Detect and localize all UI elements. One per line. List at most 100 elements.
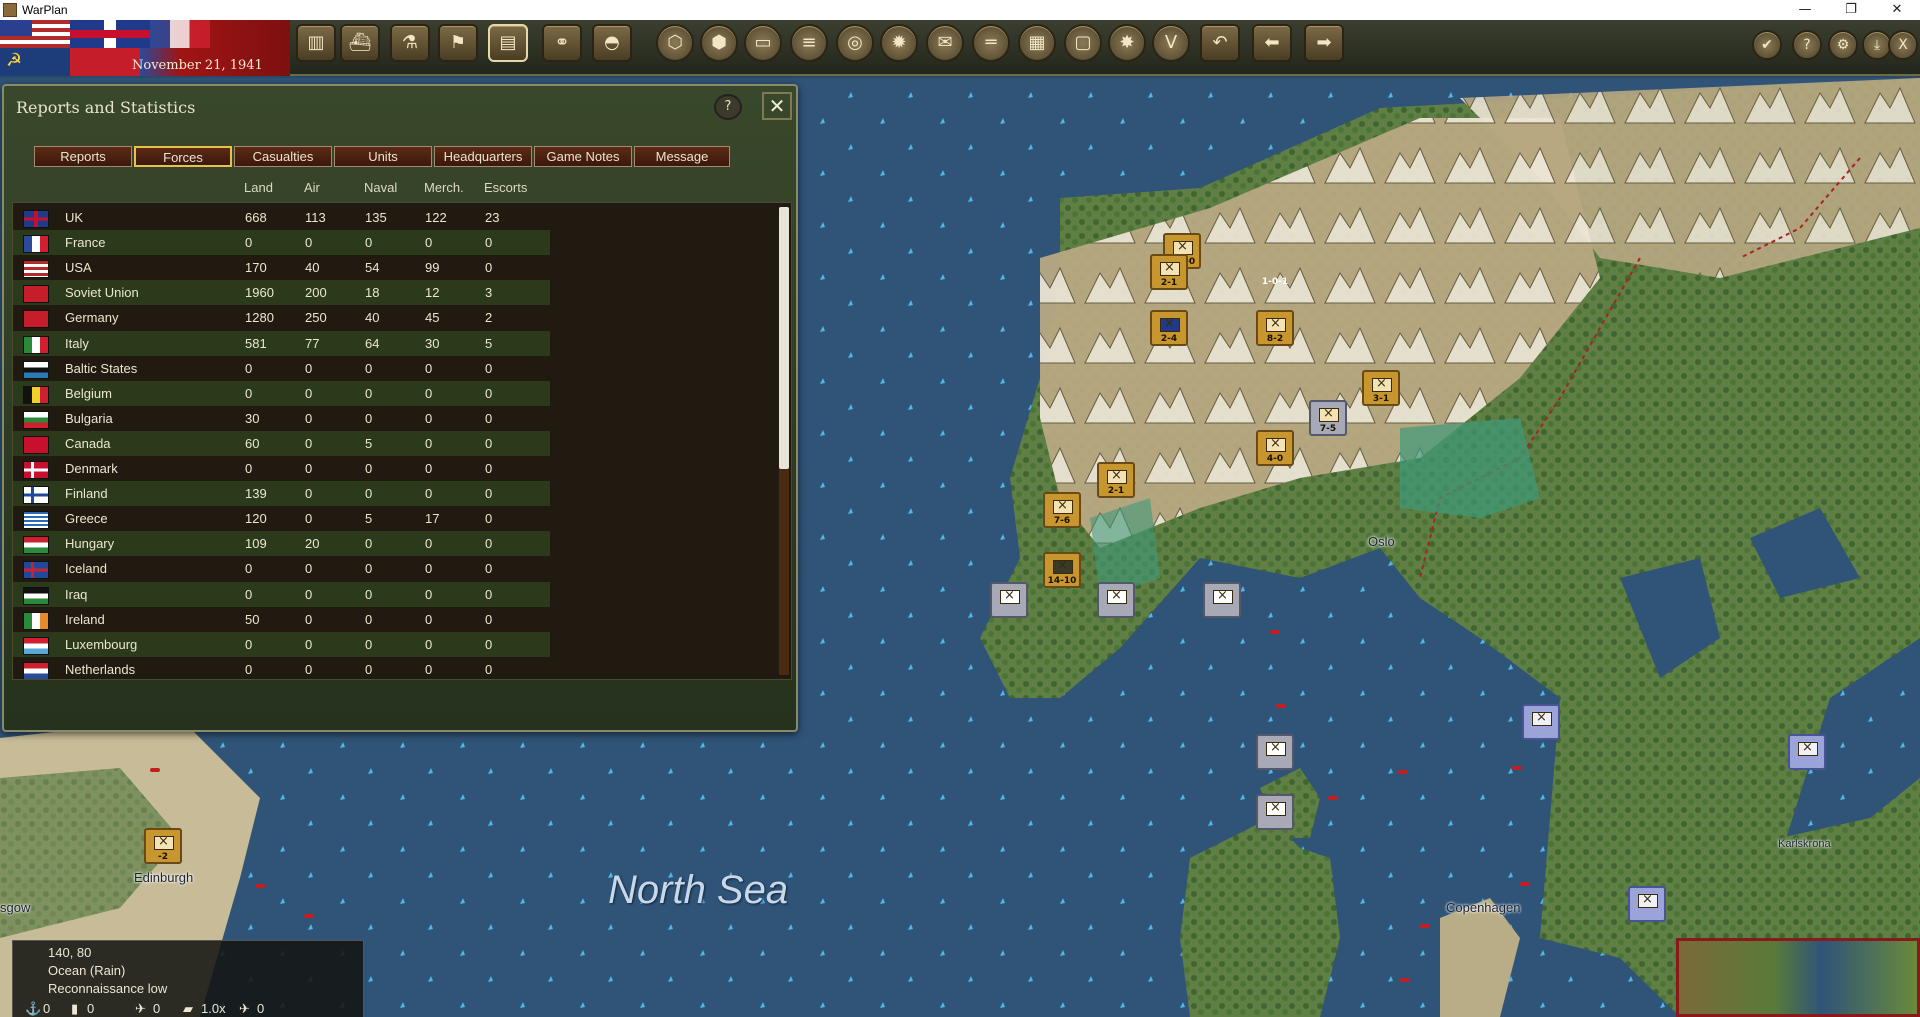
recon-button[interactable]: ⚭ (542, 24, 582, 62)
naval-unit-counter[interactable] (990, 582, 1028, 618)
unit-counter[interactable]: -2 (144, 828, 182, 864)
naval-unit-counter[interactable] (1522, 704, 1560, 740)
grid-button[interactable]: ▦ (1018, 24, 1056, 62)
explosion-button[interactable]: ✸ (1108, 24, 1146, 62)
cell-merch: 0 (425, 235, 433, 251)
shipyard-button[interactable]: ⛴ (340, 24, 380, 62)
frame-button[interactable]: ▢ (1064, 24, 1102, 62)
ship-marker[interactable] (304, 914, 314, 918)
close-window-button[interactable]: ✕ (1874, 0, 1920, 20)
tab-forces[interactable]: Forces (134, 146, 232, 167)
resource-button[interactable]: ✹ (880, 24, 918, 62)
naval-unit-counter[interactable] (1628, 886, 1666, 922)
help-button[interactable]: ? (1792, 30, 1822, 60)
table-row[interactable]: Bulgaria 30 0 0 0 0 (13, 406, 550, 431)
forward-button[interactable]: ➡ (1304, 24, 1344, 62)
exit-button[interactable]: X (1888, 30, 1918, 60)
table-row[interactable]: France 0 0 0 0 0 (13, 230, 550, 256)
scrollbar-thumb[interactable] (779, 207, 789, 469)
unit-counter[interactable]: 3-1 (1362, 370, 1400, 406)
research-button[interactable]: ⚗ (390, 24, 430, 62)
table-row[interactable]: Iraq 0 0 0 0 0 (13, 581, 550, 607)
ship-marker[interactable] (1400, 978, 1410, 982)
ship-marker[interactable] (1512, 766, 1522, 770)
rail-button[interactable]: ═ (972, 24, 1010, 62)
naval-unit-counter[interactable] (1203, 582, 1241, 618)
tab-headquarters[interactable]: Headquarters (434, 146, 532, 167)
table-row[interactable]: Soviet Union 1960 200 18 12 3 (13, 280, 550, 306)
table-row[interactable]: Belgium 0 0 0 0 0 (13, 380, 550, 406)
unit-counter[interactable]: 2-4 (1150, 310, 1188, 346)
ship-marker[interactable] (150, 768, 160, 772)
table-row[interactable]: USA 170 40 54 99 0 (13, 255, 550, 280)
unit-counter[interactable]: 2-1 (1150, 254, 1188, 290)
unit-counter[interactable]: 2-1 (1097, 462, 1135, 498)
table-row[interactable]: Finland 139 0 0 0 0 (13, 481, 550, 507)
column-header[interactable]: Escorts (484, 180, 527, 195)
restore-button[interactable]: ❐ (1828, 0, 1874, 20)
column-header[interactable]: Land (244, 180, 273, 195)
table-row[interactable]: Netherlands 0 0 0 0 0 (13, 657, 550, 679)
table-row[interactable]: Ireland 50 0 0 0 0 (13, 607, 550, 632)
unit-counter[interactable]: 7-5 (1309, 400, 1347, 436)
hex-grid-button[interactable]: ⬢ (700, 24, 738, 62)
column-header[interactable]: Merch. (424, 180, 464, 195)
tab-game-notes[interactable]: Game Notes (534, 146, 632, 167)
flag-button[interactable]: ⚑ (438, 24, 478, 62)
mail-button[interactable]: ✉ (926, 24, 964, 62)
ship-marker[interactable] (1270, 630, 1280, 634)
settings-button[interactable]: ⚙ (1828, 30, 1858, 60)
tank-filter-button[interactable]: ▭ (744, 24, 782, 62)
table-row[interactable]: Baltic States 0 0 0 0 0 (13, 356, 550, 381)
table-row[interactable]: UK 668 113 135 122 23 (13, 205, 550, 230)
reports-button[interactable]: ▤ (488, 24, 528, 62)
hex-filter-button[interactable]: ⬡ (656, 24, 694, 62)
naval-unit-counter[interactable] (1097, 582, 1135, 618)
tab-reports[interactable]: Reports (34, 146, 132, 167)
tab-message[interactable]: Message (634, 146, 730, 167)
cell-air: 0 (305, 385, 313, 401)
minimap[interactable] (1676, 938, 1920, 1017)
ship-marker[interactable] (1398, 770, 1408, 774)
unit-counter[interactable]: 8-2 (1256, 310, 1294, 346)
victory-button[interactable]: V (1152, 24, 1190, 62)
table-row[interactable]: Germany 1280 250 40 45 2 (13, 305, 550, 330)
helmet-button[interactable]: ◓ (592, 24, 632, 62)
undo-button[interactable]: ↶ (1200, 24, 1240, 62)
ship-marker[interactable] (255, 884, 265, 888)
unit-counter[interactable]: 14-10 (1043, 552, 1081, 588)
target-button[interactable]: ◎ (836, 24, 874, 62)
production-button[interactable]: ▥ (296, 24, 336, 62)
naval-unit-counter[interactable] (1256, 734, 1294, 770)
table-row[interactable]: Denmark 0 0 0 0 0 (13, 456, 550, 481)
minimize-button[interactable]: — (1782, 0, 1828, 20)
ship-marker[interactable] (1420, 924, 1430, 928)
column-header[interactable]: Naval (364, 180, 397, 195)
country-name: Canada (65, 435, 111, 451)
ship-marker[interactable] (1520, 882, 1530, 886)
table-row[interactable]: Italy 581 77 64 30 5 (13, 330, 550, 356)
naval-unit-counter[interactable] (1788, 734, 1826, 770)
ship-marker[interactable] (1276, 704, 1286, 708)
table-row[interactable]: Hungary 109 20 0 0 0 (13, 531, 550, 557)
supply-filter-button[interactable]: ≡ (790, 24, 828, 62)
table-row[interactable]: Canada 60 0 5 0 0 (13, 430, 550, 456)
back-button[interactable]: ⬅ (1252, 24, 1292, 62)
end-turn-button[interactable]: ✔ (1752, 30, 1782, 60)
anchor-icon: ⚓ (25, 1001, 42, 1016)
scrollbar[interactable] (779, 207, 789, 675)
tab-units[interactable]: Units (334, 146, 432, 167)
naval-unit-counter[interactable] (1256, 794, 1294, 830)
tab-casualties[interactable]: Casualties (234, 146, 332, 167)
column-header[interactable]: Air (304, 180, 320, 195)
table-row[interactable]: Luxembourg 0 0 0 0 0 (13, 631, 550, 657)
unit-counter[interactable]: 4-0 (1256, 430, 1294, 466)
ship-marker[interactable] (1328, 796, 1338, 800)
table-row[interactable]: Iceland 0 0 0 0 0 (13, 556, 550, 581)
air-unit-counter[interactable]: 1-0-1 (1256, 251, 1294, 287)
cell-naval: 0 (365, 661, 373, 677)
unit-counter[interactable]: 7-6 (1043, 492, 1081, 528)
dialog-close-button[interactable]: ✕ (762, 92, 792, 120)
table-row[interactable]: Greece 120 0 5 17 0 (13, 506, 550, 531)
dialog-help-button[interactable]: ? (714, 94, 742, 120)
